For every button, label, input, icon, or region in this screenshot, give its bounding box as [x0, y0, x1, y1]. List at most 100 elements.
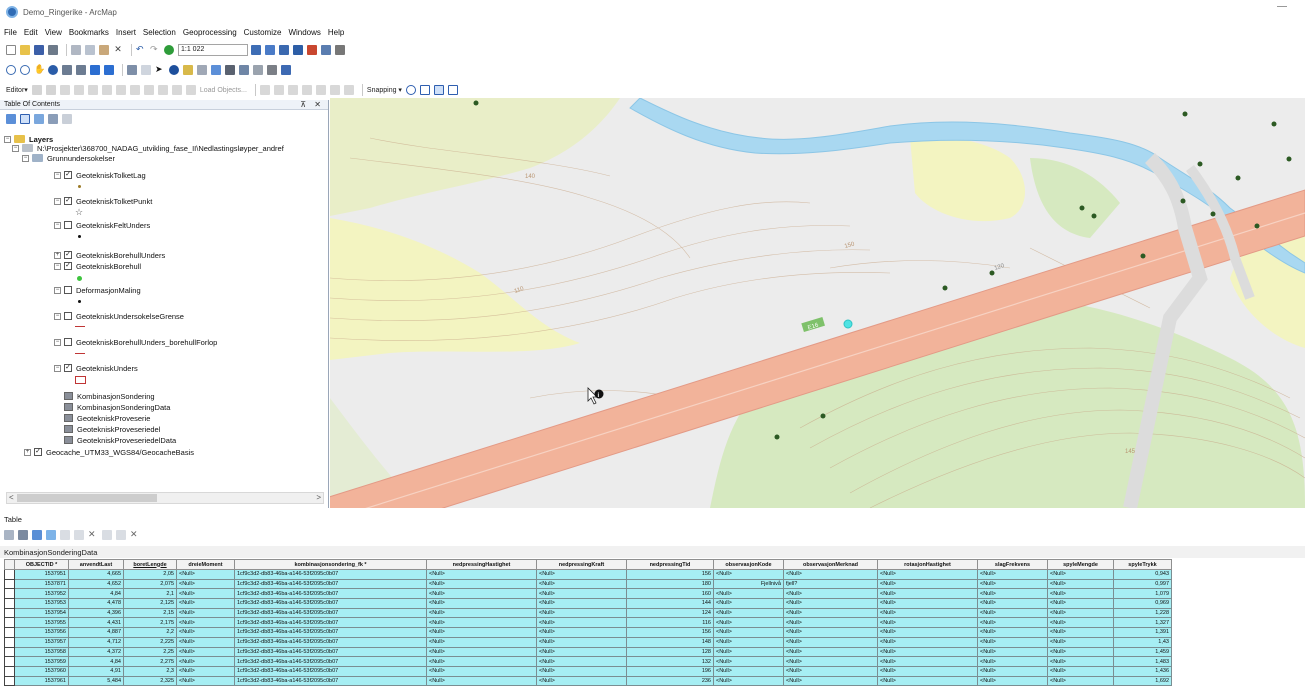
editor-menu-button[interactable]: Editor▾ [6, 86, 28, 94]
table-cell[interactable]: 2,175 [123, 617, 177, 629]
menu-customize[interactable]: Customize [244, 28, 282, 37]
table-cell[interactable]: <Null> [1047, 675, 1114, 687]
table-cell[interactable]: <Null> [536, 627, 627, 638]
table-cell[interactable]: <Null> [783, 656, 878, 667]
python-window-icon[interactable] [321, 45, 331, 55]
table-cell[interactable]: 1cf9c3d2-db83-46ba-a146-53f2095c0b07 [234, 617, 427, 629]
end-snapping-icon[interactable] [419, 85, 430, 95]
collapse-icon[interactable]: − [22, 154, 29, 162]
table-cell[interactable]: <Null> [176, 675, 235, 687]
table-cell[interactable]: 1cf9c3d2-db83-46ba-a146-53f2095c0b07 [234, 656, 427, 667]
close-table-icon[interactable]: ✕ [130, 530, 140, 540]
edit-vertices-icon[interactable] [101, 85, 112, 95]
find-route-icon[interactable] [239, 65, 249, 75]
arctoolbox-icon[interactable] [307, 45, 317, 55]
table-cell[interactable]: <Null> [977, 665, 1048, 677]
table-cell[interactable]: 4,478 [68, 598, 124, 609]
table-tab[interactable]: KombinasjonSonderingData [0, 546, 1305, 558]
table-row[interactable]: 1537959 4,84 2,275 <Null> 1cf9c3d2-db83-46ba… [4, 656, 1172, 667]
table-cell[interactable]: 4,396 [68, 607, 124, 619]
topology-edit-icon[interactable] [273, 85, 284, 95]
go-to-xy-icon[interactable] [253, 65, 263, 75]
map-topology-icon[interactable] [343, 85, 354, 95]
table-cell[interactable]: <Null> [713, 665, 784, 677]
scroll-left-arrow[interactable]: < [9, 493, 14, 502]
hyperlink-icon[interactable] [183, 65, 193, 75]
column-header[interactable]: anvendtLast [68, 559, 124, 570]
table-cell[interactable]: <Null> [536, 569, 627, 580]
row-selector-header[interactable] [4, 559, 15, 570]
table-cell[interactable]: <Null> [426, 617, 537, 629]
column-header[interactable]: spyleMengde [1047, 559, 1114, 570]
row-selector[interactable] [4, 588, 15, 600]
edit-tool-icon[interactable] [31, 85, 42, 95]
table-cell[interactable]: Fjellnivå [713, 578, 784, 590]
table-cell[interactable]: <Null> [783, 646, 878, 658]
table-row[interactable]: 1537961 5,484 2,325 <Null> 1cf9c3d2-db83-46b… [4, 675, 1172, 687]
table-cell[interactable]: 2,15 [123, 607, 177, 619]
table-cell[interactable]: <Null> [877, 656, 978, 667]
table-cell[interactable]: 1,459 [1113, 646, 1172, 658]
table-cell[interactable]: 4,887 [68, 627, 124, 638]
table-cell[interactable]: <Null> [877, 665, 978, 677]
select-elements-icon[interactable]: ➤ [155, 65, 165, 75]
layer-visibility-checkbox[interactable] [64, 338, 72, 346]
table-cell[interactable]: <Null> [977, 627, 1048, 638]
table-cell[interactable]: 1cf9c3d2-db83-46ba-a146-53f2095c0b07 [234, 578, 427, 590]
straight-segment-icon[interactable] [59, 85, 70, 95]
column-header[interactable]: slagFrekvens [977, 559, 1048, 570]
toc-layer-geotekniskUndersokelseGrense[interactable]: − GeotekniskUndersokelseGrense [54, 310, 184, 322]
catalog-icon[interactable] [279, 45, 289, 55]
table-cell[interactable]: <Null> [1047, 627, 1114, 638]
table-cell[interactable]: <Null> [977, 646, 1048, 658]
table-cell[interactable]: <Null> [176, 569, 235, 580]
table-cell[interactable]: <Null> [176, 656, 235, 667]
cut-icon[interactable] [71, 45, 81, 55]
point-snapping-icon[interactable] [405, 85, 416, 95]
fix-topology-icon[interactable] [301, 85, 312, 95]
forward-extent-icon[interactable] [104, 65, 114, 75]
topology-icon[interactable] [259, 85, 270, 95]
column-header[interactable]: rotasjonHastighet [877, 559, 978, 570]
toc-horizontal-scrollbar[interactable]: < > [6, 492, 324, 504]
table-row[interactable]: 1537955 4,431 2,175 <Null> 1cf9c3d2-db83-46b… [4, 617, 1172, 629]
table-cell[interactable]: 1cf9c3d2-db83-46ba-a146-53f2095c0b07 [234, 569, 427, 580]
collapse-icon[interactable]: − [54, 197, 61, 205]
html-popup-icon[interactable] [197, 65, 207, 75]
table-cell[interactable]: <Null> [783, 607, 878, 619]
table-cell[interactable]: 1537951 [14, 569, 69, 580]
edge-snapping-icon[interactable] [447, 85, 458, 95]
table-cell[interactable]: 1cf9c3d2-db83-46ba-a146-53f2095c0b07 [234, 607, 427, 619]
table-cell[interactable]: <Null> [977, 675, 1048, 687]
time-slider-icon[interactable] [267, 65, 277, 75]
table-of-contents-icon[interactable] [265, 45, 275, 55]
minimize-button[interactable] [1277, 6, 1287, 7]
row-selector[interactable] [4, 627, 15, 638]
copy-icon[interactable] [85, 45, 95, 55]
toc-layer-deformasjonMaling[interactable]: − DeformasjonMaling [54, 284, 141, 296]
table-cell[interactable]: 2,125 [123, 598, 177, 609]
layer-visibility-checkbox[interactable]: ✓ [34, 448, 42, 456]
table-cell[interactable]: 2,225 [123, 636, 177, 648]
table-cell[interactable]: 148 [626, 636, 714, 648]
table-row[interactable]: 1537952 4,84 2,1 <Null> 1cf9c3d2-db83-46ba-a… [4, 588, 1172, 600]
selected-borehole-point[interactable] [843, 319, 853, 329]
table-cell[interactable]: 1537952 [14, 588, 69, 600]
column-header[interactable]: observasjonMerknad [783, 559, 878, 570]
table-cell[interactable]: <Null> [713, 598, 784, 609]
table-cell[interactable]: <Null> [977, 656, 1048, 667]
table-cell[interactable]: <Null> [877, 588, 978, 600]
table-cell[interactable]: <Null> [877, 598, 978, 609]
row-selector[interactable] [4, 617, 15, 629]
split-icon[interactable] [143, 85, 154, 95]
menu-selection[interactable]: Selection [143, 28, 176, 37]
table-cell[interactable]: 196 [626, 665, 714, 677]
toc-layer-geotekniskTolketPunkt[interactable]: − ✓ GeotekniskTolketPunkt [54, 195, 152, 207]
column-header[interactable]: observasjonKode [713, 559, 784, 570]
scroll-right-arrow[interactable]: > [316, 493, 321, 502]
table-cell[interactable]: <Null> [977, 607, 1048, 619]
table-cell[interactable]: 4,652 [68, 578, 124, 590]
table-cell[interactable]: fjell? [783, 578, 878, 590]
back-extent-icon[interactable] [90, 65, 100, 75]
menu-file[interactable]: File [4, 28, 17, 37]
